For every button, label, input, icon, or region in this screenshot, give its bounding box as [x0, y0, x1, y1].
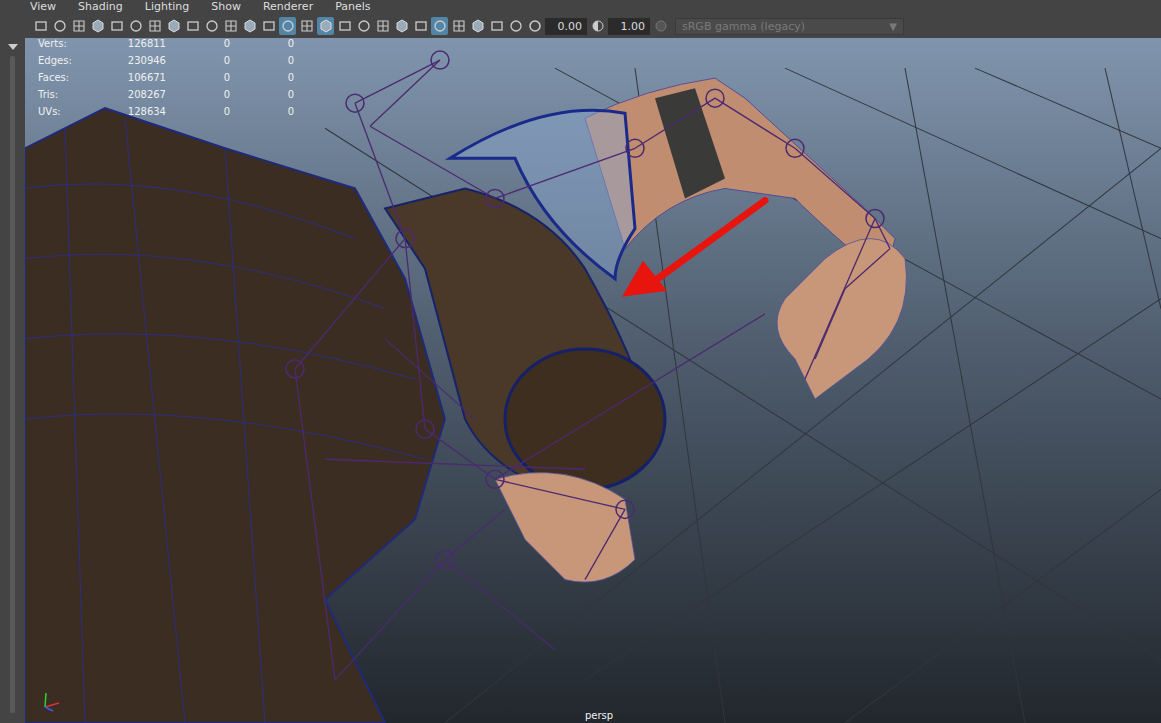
sleeve-band — [655, 88, 725, 198]
xray-joints-icon[interactable] — [431, 17, 448, 35]
elbow-pad — [505, 349, 665, 489]
bookmark-icon[interactable] — [70, 17, 87, 35]
panel-toolbar: 0.00 1.00 sRGB gamma (legacy) ▼ — [0, 14, 1161, 38]
menu-bar: View Shading Lighting Show Renderer Panels — [0, 0, 1161, 14]
hud-row: Edges: 23094600 — [38, 55, 294, 66]
grease-pencil-icon[interactable] — [108, 17, 125, 35]
hud-stats: Verts: 12681100 Edges: 23094600 Faces: 106… — [38, 38, 294, 117]
red-arrow — [622, 200, 765, 296]
textured-icon[interactable] — [355, 17, 372, 35]
wireframe-icon[interactable] — [279, 17, 296, 35]
menu-item[interactable]: Shading — [78, 0, 123, 14]
grid — [325, 68, 1161, 723]
hud-row: Faces: 10667100 — [38, 72, 294, 83]
camera-attr-icon[interactable] — [51, 17, 68, 35]
left-strip — [0, 38, 25, 723]
color-management-icon[interactable] — [652, 17, 669, 35]
xray-icon[interactable] — [336, 17, 353, 35]
collapse-icon[interactable] — [8, 44, 18, 50]
viewport[interactable]: Verts: 12681100 Edges: 23094600 Faces: 106… — [25, 38, 1161, 723]
menu-item[interactable]: Lighting — [145, 0, 189, 14]
gamma-icon[interactable] — [589, 17, 606, 35]
exposure-field[interactable]: 0.00 — [545, 18, 587, 35]
gamma-field[interactable]: 1.00 — [608, 18, 650, 35]
menu-item[interactable]: Show — [211, 0, 241, 14]
lights-icon[interactable] — [374, 17, 391, 35]
colorspace-dropdown[interactable]: sRGB gamma (legacy) ▼ — [675, 18, 904, 35]
field-chart-icon[interactable] — [241, 17, 258, 35]
hud-row: UVs: 12863400 — [38, 106, 294, 117]
frame-icon[interactable] — [469, 17, 486, 35]
hud-row: Tris: 20826700 — [38, 89, 294, 100]
scene-figure — [25, 38, 1161, 723]
axis-gizmo-icon — [39, 689, 63, 713]
menu-item[interactable]: Panels — [335, 0, 370, 14]
brush-icon[interactable] — [146, 17, 163, 35]
film-gate-icon[interactable] — [184, 17, 201, 35]
select-camera-icon[interactable] — [127, 17, 144, 35]
torso-wireframe — [25, 118, 425, 723]
exposure-icon[interactable] — [526, 17, 543, 35]
skeleton — [286, 51, 890, 680]
camera-icon[interactable] — [32, 17, 49, 35]
smooth-shade-icon[interactable] — [298, 17, 315, 35]
hud-row: Verts: 12681100 — [38, 38, 294, 49]
torso-mesh — [25, 108, 445, 723]
wireframe-on-shaded-icon[interactable] — [317, 17, 334, 35]
raised-hand — [777, 239, 906, 399]
lower-hand — [495, 473, 635, 582]
menu-item[interactable]: View — [30, 0, 56, 14]
image-plane-icon[interactable] — [89, 17, 106, 35]
isolate-icon[interactable] — [450, 17, 467, 35]
scrollbar[interactable] — [10, 56, 15, 713]
zoom-icon[interactable] — [507, 17, 524, 35]
gate-mask-icon[interactable] — [222, 17, 239, 35]
menu-item[interactable]: Renderer — [263, 0, 313, 14]
shadows-icon[interactable] — [393, 17, 410, 35]
resolution-gate-icon[interactable] — [203, 17, 220, 35]
ao-icon[interactable] — [412, 17, 429, 35]
pan-icon[interactable] — [488, 17, 505, 35]
safe-action-icon[interactable] — [260, 17, 277, 35]
camera-label: persp — [585, 710, 613, 721]
dropdown-arrow-icon: ▼ — [889, 21, 897, 32]
maya-window: View Shading Lighting Show Renderer Panels 0.… — [0, 0, 1161, 723]
grid-icon[interactable] — [165, 17, 182, 35]
